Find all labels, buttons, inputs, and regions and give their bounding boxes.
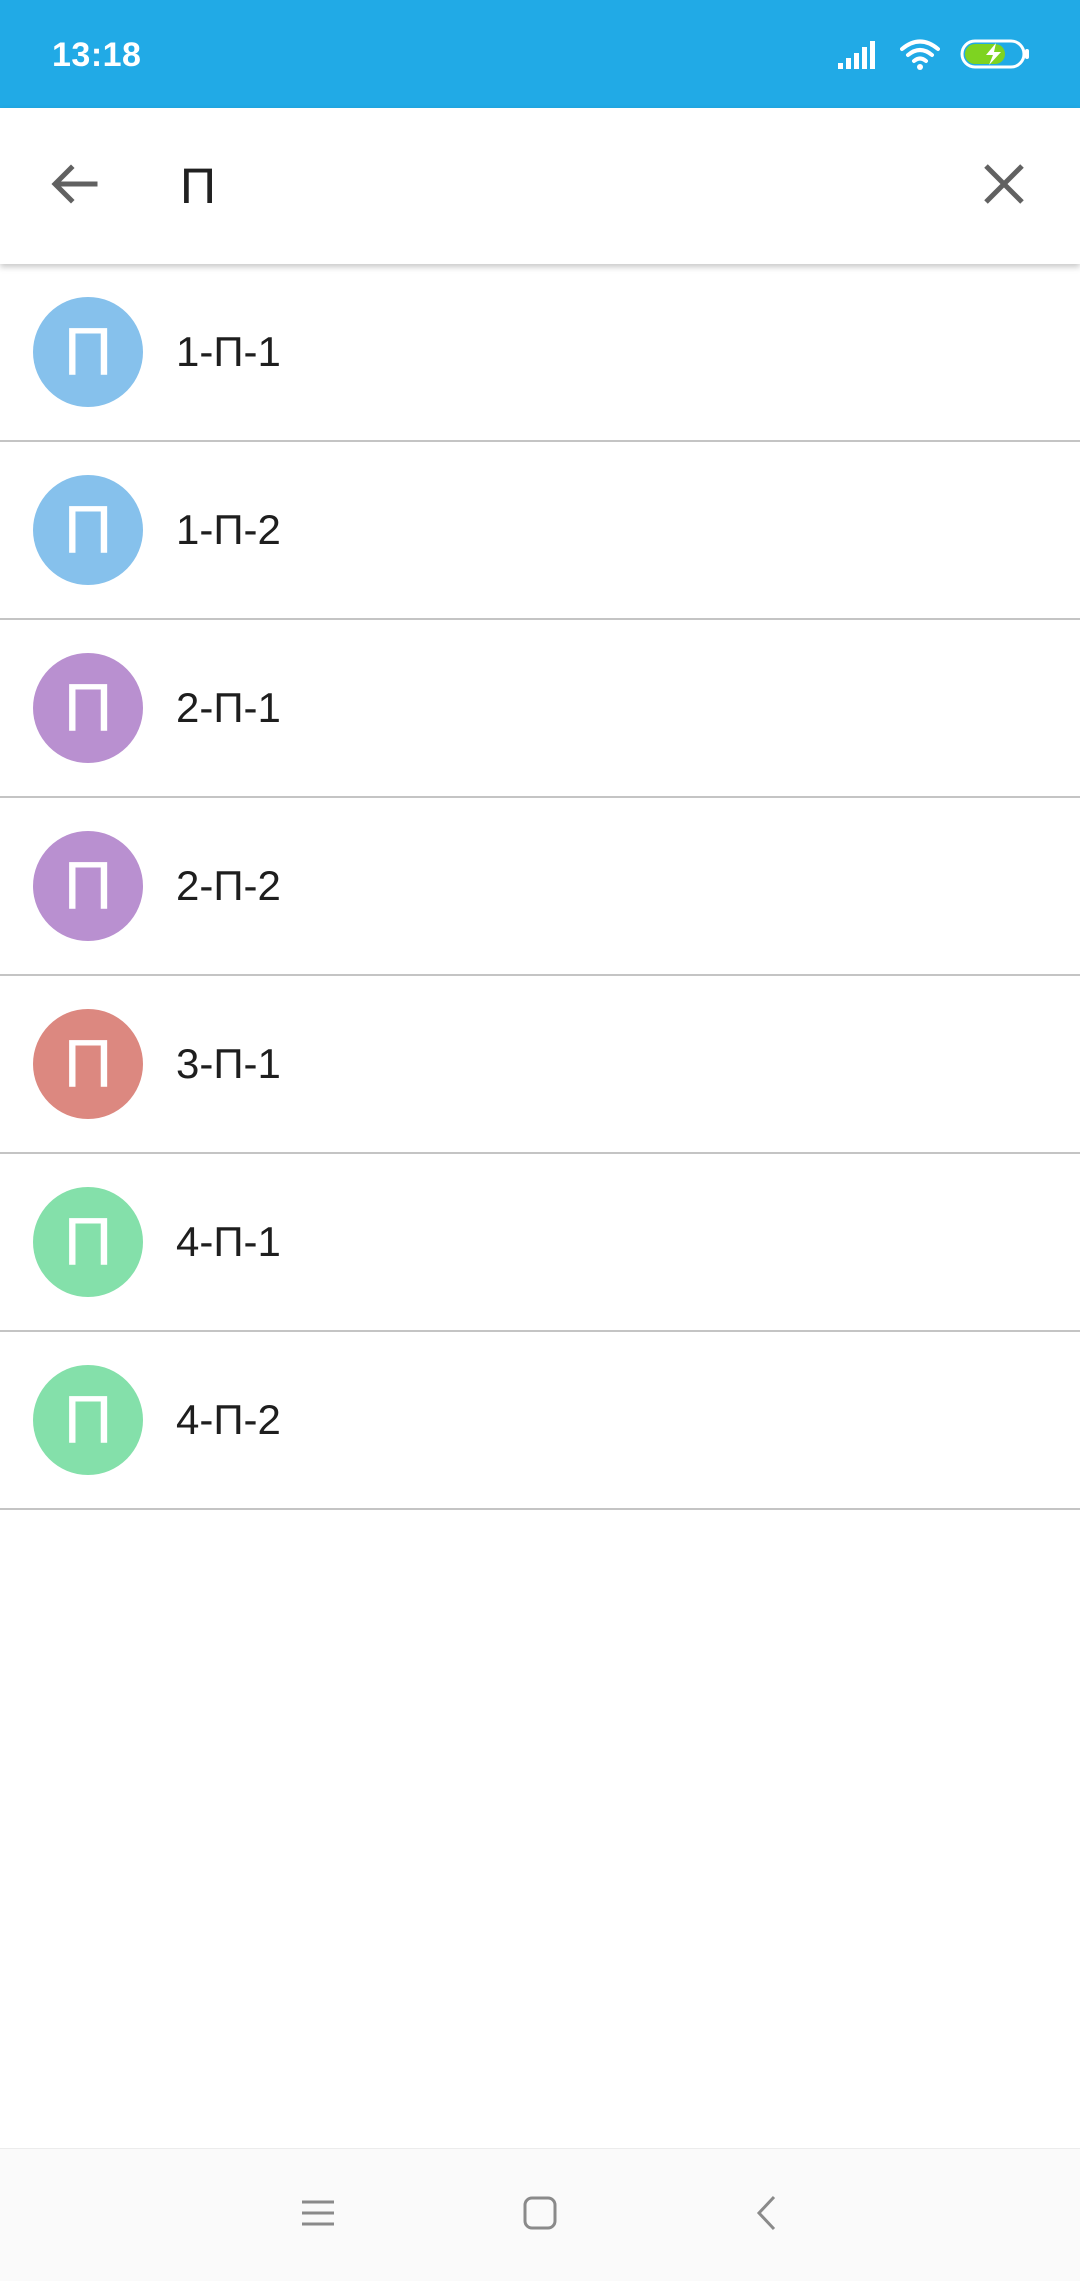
status-time: 13:18 [52, 36, 142, 74]
list-item[interactable]: П 4-П-2 [0, 1332, 1080, 1510]
status-bar: 13:18 [0, 0, 1080, 108]
list-item-label: 2-П-2 [176, 862, 281, 909]
status-icons [838, 38, 1030, 75]
avatar: П [33, 653, 143, 763]
list-item-label: 2-П-1 [176, 684, 281, 731]
list-item[interactable]: П 3-П-1 [0, 976, 1080, 1154]
arrow-back-icon [49, 159, 99, 214]
list-item-label: 4-П-1 [176, 1218, 281, 1265]
list-item-label: 1-П-2 [176, 506, 281, 553]
list-item-label: 1-П-1 [176, 328, 281, 375]
home-icon [522, 2195, 558, 2236]
recent-apps-button[interactable] [282, 2179, 354, 2251]
system-nav-bar [0, 2148, 1080, 2281]
wifi-icon [900, 38, 940, 75]
battery-charging-icon [960, 38, 1030, 75]
clear-search-button[interactable] [970, 152, 1038, 220]
avatar: П [33, 475, 143, 585]
list-item-label: 3-П-1 [176, 1040, 281, 1087]
search-bar [0, 108, 1080, 264]
avatar: П [33, 831, 143, 941]
home-button[interactable] [504, 2179, 576, 2251]
signal-icon [838, 39, 880, 74]
list-item[interactable]: П 4-П-1 [0, 1154, 1080, 1332]
avatar: П [33, 297, 143, 407]
list-item[interactable]: П 2-П-1 [0, 620, 1080, 798]
back-button[interactable] [40, 152, 108, 220]
results-list: П 1-П-1 П 1-П-2 П 2-П-1 П 2-П-2 П 3-П-1 … [0, 264, 1080, 1510]
list-item[interactable]: П 1-П-1 [0, 264, 1080, 442]
back-chevron-icon [754, 2194, 778, 2237]
list-item[interactable]: П 2-П-2 [0, 798, 1080, 976]
list-item-label: 4-П-2 [176, 1396, 281, 1443]
avatar: П [33, 1187, 143, 1297]
avatar: П [33, 1009, 143, 1119]
search-input[interactable] [180, 148, 940, 224]
menu-icon [300, 2198, 336, 2233]
close-icon [981, 161, 1027, 212]
list-item[interactable]: П 1-П-2 [0, 442, 1080, 620]
system-back-button[interactable] [730, 2179, 802, 2251]
avatar: П [33, 1365, 143, 1475]
